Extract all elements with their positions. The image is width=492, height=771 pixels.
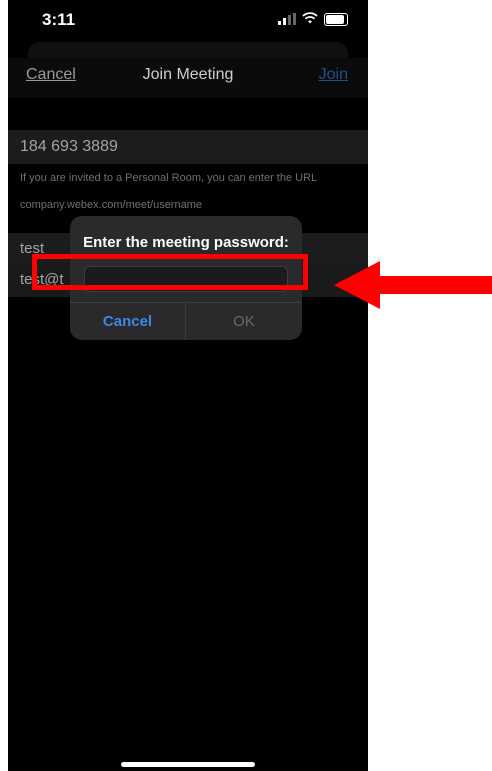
url-example-hint: company.webex.com/meet/username <box>20 199 202 211</box>
meeting-number-field[interactable]: 184 693 3889 <box>8 130 368 164</box>
page-title: Join Meeting <box>142 66 234 83</box>
personal-room-hint: If you are invited to a Personal Room, y… <box>20 172 318 184</box>
phone-screen: 3:11 Cancel Join Meeting Join 184 693 38… <box>8 0 368 771</box>
dialog-ok-button[interactable]: OK <box>186 303 302 340</box>
battery-icon <box>324 12 348 26</box>
highlight-box <box>32 254 308 290</box>
wifi-icon <box>302 12 318 26</box>
status-time: 3:11 <box>42 10 76 29</box>
join-button[interactable]: Join <box>319 66 348 84</box>
meeting-number-value: 184 693 3889 <box>20 138 118 155</box>
home-indicator[interactable] <box>121 762 255 767</box>
signal-icon <box>278 13 296 25</box>
dialog-title: Enter the meeting password: <box>83 234 289 251</box>
status-icons <box>278 12 348 26</box>
status-bar: 3:11 <box>8 0 368 40</box>
arrow-icon <box>334 261 492 309</box>
nav-bar: Cancel Join Meeting Join <box>8 58 368 98</box>
dialog-cancel-button[interactable]: Cancel <box>70 303 185 340</box>
